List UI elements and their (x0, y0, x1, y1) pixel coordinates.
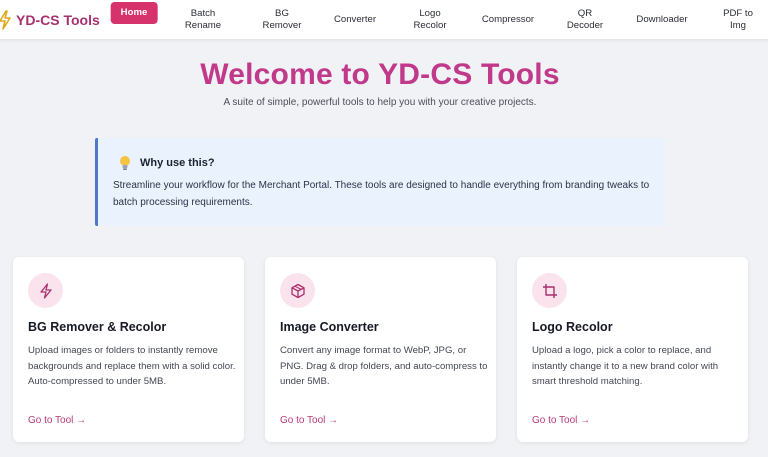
nav-item-qr-decoder[interactable]: QR Decoder (567, 0, 603, 40)
tool-card-logo-recolor[interactable]: Logo Recolor Upload a logo, pick a color… (517, 257, 748, 442)
card-description: Convert any image format to WebP, JPG, o… (280, 345, 488, 387)
go-to-tool-link[interactable]: Go to Tool → (532, 415, 590, 426)
info-header: Why use this? (118, 155, 215, 171)
lightning-icon (39, 282, 52, 299)
card-description: Upload images or folders to instantly re… (28, 345, 236, 387)
tool-card-bg-remover[interactable]: BG Remover & Recolor Upload images or fo… (13, 257, 244, 442)
card-title: Image Converter (280, 320, 379, 334)
card-icon-badge (28, 273, 63, 308)
page-subtitle: A suite of simple, powerful tools to hel… (223, 97, 537, 108)
card-description: Upload a logo, pick a color to replace, … (532, 345, 719, 387)
lightbulb-icon (120, 156, 130, 170)
go-to-tool-link[interactable]: Go to Tool → (280, 415, 338, 426)
card-title: Logo Recolor (532, 320, 613, 334)
info-title: Why use this? (140, 157, 215, 169)
info-text: Streamline your workflow for the Merchan… (113, 180, 650, 208)
nav-item-logo-recolor[interactable]: Logo Recolor (413, 0, 446, 40)
nav-item-pdf-to-img[interactable]: PDF to Img (723, 0, 753, 40)
lightning-bolt-icon (0, 10, 11, 30)
nav-item-batch-rename[interactable]: Batch Rename (185, 0, 221, 40)
brand[interactable]: YD-CS Tools (0, 0, 100, 40)
nav-item-compressor[interactable]: Compressor (482, 0, 534, 40)
card-icon-badge (280, 273, 315, 308)
nav-item-converter[interactable]: Converter (334, 0, 376, 40)
crop-icon (542, 283, 557, 298)
page-title: Welcome to YD-CS Tools (200, 58, 560, 91)
tool-card-image-converter[interactable]: Image Converter Convert any image format… (265, 257, 496, 442)
top-nav-bar: YD-CS Tools Home Batch Rename BG Remover C… (0, 0, 768, 40)
brand-name: YD-CS Tools (16, 12, 100, 28)
nav-item-downloader[interactable]: Downloader (636, 0, 687, 40)
cube-icon (290, 283, 305, 298)
go-to-tool-link[interactable]: Go to Tool → (28, 415, 86, 426)
nav-item-bg-remover[interactable]: BG Remover (263, 0, 302, 40)
info-callout: Why use this? Streamline your workflow f… (95, 138, 664, 226)
nav-item-home[interactable]: Home (110, 2, 158, 24)
card-title: BG Remover & Recolor (28, 320, 167, 334)
card-icon-badge (532, 273, 567, 308)
